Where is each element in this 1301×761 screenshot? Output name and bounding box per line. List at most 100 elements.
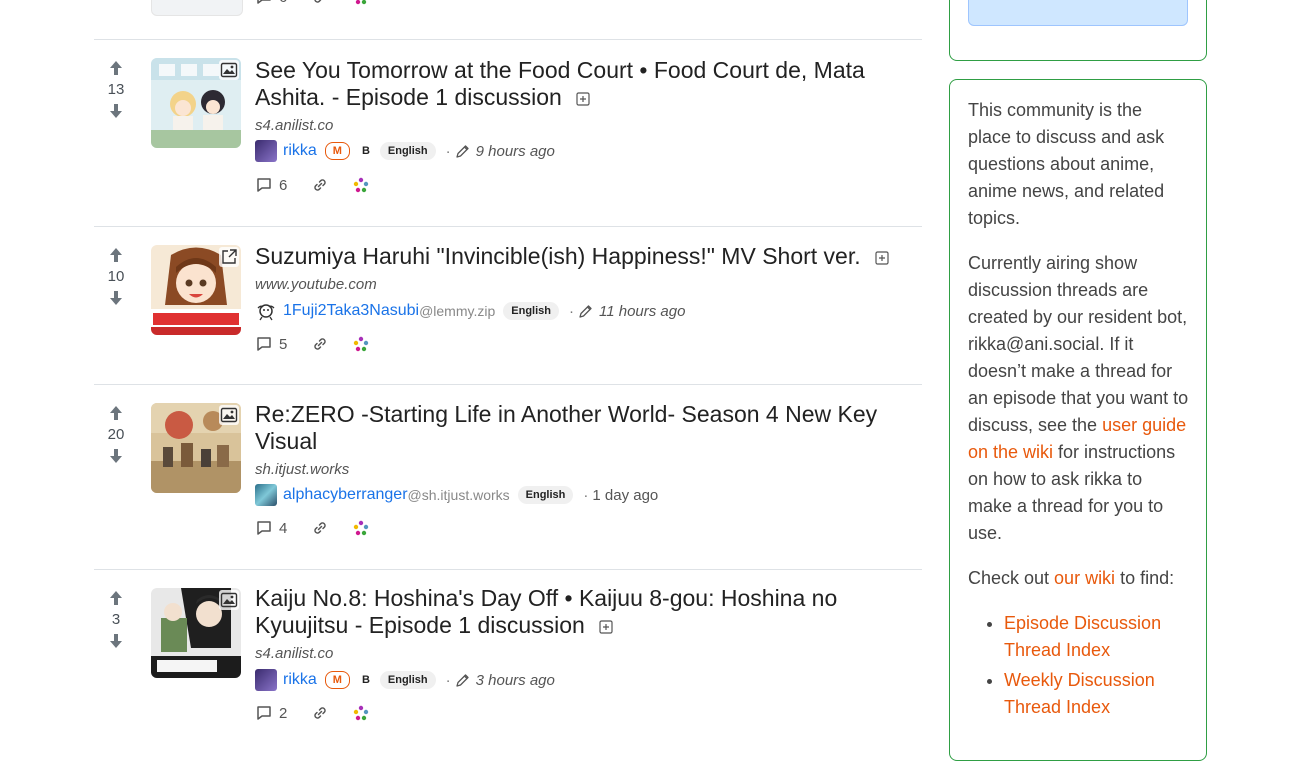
post-item: 3 Kaiju No.8: Hoshina's Day Off • Kaijuu…	[94, 570, 922, 740]
fediverse-button[interactable]	[353, 705, 369, 721]
upvote-icon[interactable]	[106, 245, 126, 265]
fediverse-button[interactable]	[353, 520, 369, 536]
copy-link-button[interactable]	[311, 0, 329, 6]
post-score: 3	[111, 611, 121, 628]
post-domain[interactable]: www.youtube.com	[255, 276, 377, 293]
post-time-text: 11 hours ago	[599, 302, 686, 320]
post-author-instance[interactable]: @lemmy.zip	[419, 303, 495, 319]
post-domain[interactable]: s4.anilist.co	[255, 645, 333, 662]
fediverse-button[interactable]	[353, 336, 369, 352]
language-badge: English	[379, 142, 436, 160]
post-time: 9 hours ago	[455, 143, 555, 160]
upvote-icon[interactable]	[106, 588, 126, 608]
post-title[interactable]: See You Tomorrow at the Food Court • Foo…	[255, 57, 925, 111]
user-avatar[interactable]	[255, 140, 277, 162]
comment-count: 5	[279, 335, 288, 353]
sidebar-card-top	[949, 0, 1207, 61]
comments-button[interactable]: 5	[255, 335, 287, 353]
subscribe-button[interactable]	[968, 0, 1188, 26]
fediverse-icon	[354, 705, 369, 721]
upvote-icon[interactable]	[106, 403, 126, 423]
link-icon	[314, 707, 327, 719]
post-meta: rikka M B English · 9 hours ago	[255, 140, 555, 162]
bot-badge: B	[361, 145, 370, 157]
episode-index-link[interactable]: Episode Discussion Thread Index	[1004, 613, 1161, 660]
separator: ·	[569, 302, 574, 320]
pencil-icon	[455, 673, 469, 687]
post-time: 3 hours ago	[455, 672, 555, 689]
post-time-text: 9 hours ago	[475, 142, 555, 160]
post-thumbnail[interactable]	[151, 403, 241, 493]
post-actions: 6	[255, 176, 393, 194]
post-author[interactable]: 1Fuji2Taka3Nasubi	[283, 302, 419, 320]
copy-link-button[interactable]	[311, 176, 329, 194]
separator: ·	[583, 486, 589, 504]
post-domain[interactable]: s4.anilist.co	[255, 117, 333, 134]
post-actions: 5	[255, 335, 393, 353]
comments-button[interactable]: 2	[255, 704, 287, 722]
comment-count: 4	[279, 519, 288, 537]
expand-icon[interactable]	[875, 251, 889, 265]
post-score: 20	[107, 426, 125, 443]
language-badge: English	[503, 302, 559, 320]
description-paragraph: Currently airing show discussion threads…	[968, 253, 1189, 543]
post-domain[interactable]: sh.itjust.works	[255, 461, 349, 478]
post-author[interactable]: rikka	[283, 142, 317, 160]
post-title[interactable]: Re:ZERO -Starting Life in Another World-…	[255, 401, 925, 455]
fediverse-button[interactable]	[353, 177, 369, 193]
comment-icon	[257, 706, 271, 720]
downvote-icon[interactable]	[106, 288, 126, 308]
user-avatar[interactable]	[255, 300, 277, 322]
fediverse-button[interactable]	[353, 0, 369, 5]
pencil-icon	[455, 144, 469, 158]
post-author[interactable]: rikka	[283, 671, 317, 689]
fediverse-icon	[354, 336, 369, 352]
post-thumbnail[interactable]	[151, 58, 241, 148]
copy-link-button[interactable]	[311, 519, 329, 537]
weekly-index-link[interactable]: Weekly Discussion Thread Index	[1004, 670, 1155, 717]
post-title-text[interactable]: Kaiju No.8: Hoshina's Day Off • Kaijuu 8…	[255, 585, 837, 638]
user-avatar[interactable]	[255, 484, 277, 506]
list-item: Weekly Discussion Thread Index	[1004, 667, 1190, 721]
post-author-instance[interactable]: @sh.itjust.works	[408, 487, 510, 503]
comments-button[interactable]: 6	[255, 0, 287, 6]
list-item: Episode Discussion Thread Index	[1004, 610, 1190, 664]
separator: ·	[445, 142, 451, 160]
wiki-links-list: Episode Discussion Thread Index Weekly D…	[968, 610, 1190, 721]
expand-icon[interactable]	[599, 620, 613, 634]
post-title[interactable]: Kaiju No.8: Hoshina's Day Off • Kaijuu 8…	[255, 585, 925, 639]
post-title[interactable]: Suzumiya Haruhi "Invincible(ish) Happine…	[255, 243, 925, 270]
fediverse-icon	[354, 520, 369, 536]
comments-button[interactable]: 6	[255, 176, 287, 194]
wiki-link[interactable]: our wiki	[1054, 568, 1115, 588]
post-time: 11 hours ago	[578, 303, 685, 320]
post-title-text[interactable]: See You Tomorrow at the Food Court • Foo…	[255, 57, 865, 110]
post-thumbnail[interactable]	[151, 588, 241, 678]
community-description: This community is the place to discuss a…	[968, 97, 1190, 724]
downvote-icon[interactable]	[106, 101, 126, 121]
post-meta: rikka M B English · 3 hours ago	[255, 669, 555, 691]
comment-icon	[257, 521, 271, 535]
vote-column: 10	[100, 245, 132, 308]
post-title-text[interactable]: Suzumiya Haruhi "Invincible(ish) Happine…	[255, 243, 861, 269]
post-score: 10	[107, 268, 125, 285]
post-author[interactable]: alphacyberranger	[283, 486, 408, 504]
post-thumbnail[interactable]	[151, 245, 241, 335]
downvote-icon[interactable]	[106, 631, 126, 651]
copy-link-button[interactable]	[311, 704, 329, 722]
downvote-icon[interactable]	[106, 446, 126, 466]
post-item: 6	[94, 0, 922, 40]
copy-link-button[interactable]	[311, 335, 329, 353]
post-title-text[interactable]: Re:ZERO -Starting Life in Another World-…	[255, 401, 877, 454]
comments-button[interactable]: 4	[255, 519, 287, 537]
language-badge: English	[379, 671, 436, 689]
post-thumbnail[interactable]	[151, 0, 243, 16]
separator: ·	[445, 671, 451, 689]
upvote-icon[interactable]	[106, 58, 126, 78]
link-icon	[314, 179, 327, 191]
post-item: 20 Re:ZERO -Starting Life in Another Wor…	[94, 385, 922, 570]
link-icon	[314, 338, 327, 350]
user-avatar[interactable]	[255, 669, 277, 691]
post-score: 13	[107, 81, 125, 98]
expand-icon[interactable]	[576, 92, 590, 106]
